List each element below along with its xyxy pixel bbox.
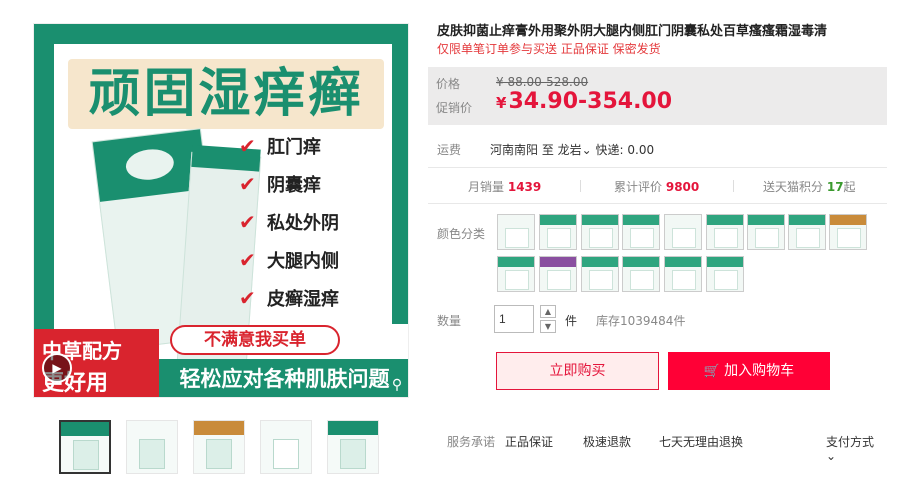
image-bottom-banner: 中草配方 更好用 不满意我买单 轻松应对各种肌肤问题 [34, 319, 408, 397]
image-top-band [34, 24, 408, 44]
service-item: 正品保证 [505, 435, 554, 449]
shipping-route[interactable]: 河南南阳 至 龙岩 [490, 143, 582, 157]
service-item: 七天无理由退换 [659, 435, 744, 449]
check-icon: ✔ [239, 172, 256, 196]
feature-item: ✔ 肛门痒 [239, 127, 399, 165]
feature-item: ✔ 皮癣湿痒 [239, 279, 399, 317]
sku-option[interactable] [581, 256, 619, 292]
check-icon: ✔ [239, 210, 256, 234]
check-icon: ✔ [239, 286, 256, 310]
total-reviews[interactable]: 累计评价 9800 [614, 178, 699, 195]
quantity-increase-button[interactable]: ▲ [540, 305, 556, 318]
service-item: 极速退款 [583, 435, 632, 449]
guarantee-pill: 不满意我买单 [170, 325, 340, 355]
quantity-input[interactable] [494, 305, 534, 333]
divider [428, 203, 887, 204]
sku-option[interactable] [706, 256, 744, 292]
sku-option[interactable] [622, 256, 660, 292]
thumbnail[interactable] [126, 420, 178, 474]
quantity-unit: 件 [565, 314, 578, 328]
divider [428, 167, 887, 168]
stock-count: 库存1039484件 [596, 314, 686, 328]
thumbnail[interactable] [260, 420, 312, 474]
sku-option[interactable] [788, 214, 826, 250]
shipping-label: 运费 [437, 143, 462, 157]
feature-item: ✔ 阴囊痒 [239, 165, 399, 203]
payment-methods[interactable]: 支付方式 [826, 433, 874, 450]
sku-option[interactable] [747, 214, 785, 250]
cart-icon: 🛒 [703, 364, 721, 379]
sales-stats: 月销量 1439 累计评价 9800 送天猫积分 17起 [428, 178, 887, 194]
sku-option[interactable] [664, 214, 702, 250]
sku-option[interactable] [497, 256, 535, 292]
feature-item: ✔ 大腿内侧 [239, 241, 399, 279]
sku-option[interactable] [497, 214, 535, 250]
check-icon: ✔ [239, 134, 256, 158]
original-price: ¥ 88.00-528.00 [496, 75, 589, 89]
tmall-points: 送天猫积分 17起 [763, 180, 856, 194]
add-to-cart-button[interactable]: 🛒 加入购物车 [668, 352, 830, 390]
sku-option[interactable] [581, 214, 619, 250]
buy-now-button[interactable]: 立即购买 [496, 352, 659, 390]
hero-title: 顽固湿痒癣 [68, 59, 384, 129]
main-product-image[interactable]: 顽固湿痒癣 ✔ 肛门痒 ✔ 阴囊痒 ✔ 私处外阴 ✔ 大腿内侧 ✔ 皮癣湿痒 中草配方 更… [33, 23, 409, 398]
color-label: 颜色分类 [437, 227, 486, 241]
sku-option[interactable] [664, 256, 702, 292]
quantity-decrease-button[interactable]: ▼ [540, 320, 556, 333]
sku-option[interactable] [539, 214, 577, 250]
product-subtitle: 仅限单笔订单参与买送 正品保证 保密发货 [437, 42, 661, 56]
service-label: 服务承诺 [447, 435, 496, 449]
shipping-info: 河南南阳 至 龙岩⌄ 快递: 0.00 [490, 141, 654, 158]
check-icon: ✔ [239, 248, 256, 272]
feature-list: ✔ 肛门痒 ✔ 阴囊痒 ✔ 私处外阴 ✔ 大腿内侧 ✔ 皮癣湿痒 [239, 127, 399, 317]
price-panel: 价格 ¥ 88.00-528.00 促销价 ¥34.90-354.00 [428, 67, 887, 125]
quantity-label: 数量 [437, 314, 462, 328]
sku-option[interactable] [829, 214, 867, 250]
chevron-down-icon[interactable]: ⌄ [826, 449, 836, 463]
sku-option[interactable] [539, 256, 577, 292]
bottom-slogan: 轻松应对各种肌肤问题 [159, 359, 408, 397]
feature-item: ✔ 私处外阴 [239, 203, 399, 241]
thumbnail[interactable] [59, 420, 111, 474]
play-icon[interactable]: ▶ [42, 353, 72, 383]
promo-price: ¥34.90-354.00 [496, 89, 673, 114]
zoom-icon[interactable]: ⚲ [388, 376, 406, 394]
monthly-sales: 月销量 1439 [468, 180, 542, 194]
chevron-down-icon[interactable]: ⌄ [582, 143, 592, 157]
original-price-label: 价格 [436, 77, 461, 91]
thumbnail[interactable] [327, 420, 379, 474]
sku-option[interactable] [706, 214, 744, 250]
product-title: 皮肤抑菌止痒膏外用聚外阴大腿内侧肛门阴囊私处百草瘙瘙霜湿毒清 [437, 24, 828, 39]
shipping-fee: 快递: 0.00 [595, 143, 655, 157]
promo-price-label: 促销价 [436, 101, 473, 115]
thumbnail[interactable] [193, 420, 245, 474]
sku-option[interactable] [622, 214, 660, 250]
